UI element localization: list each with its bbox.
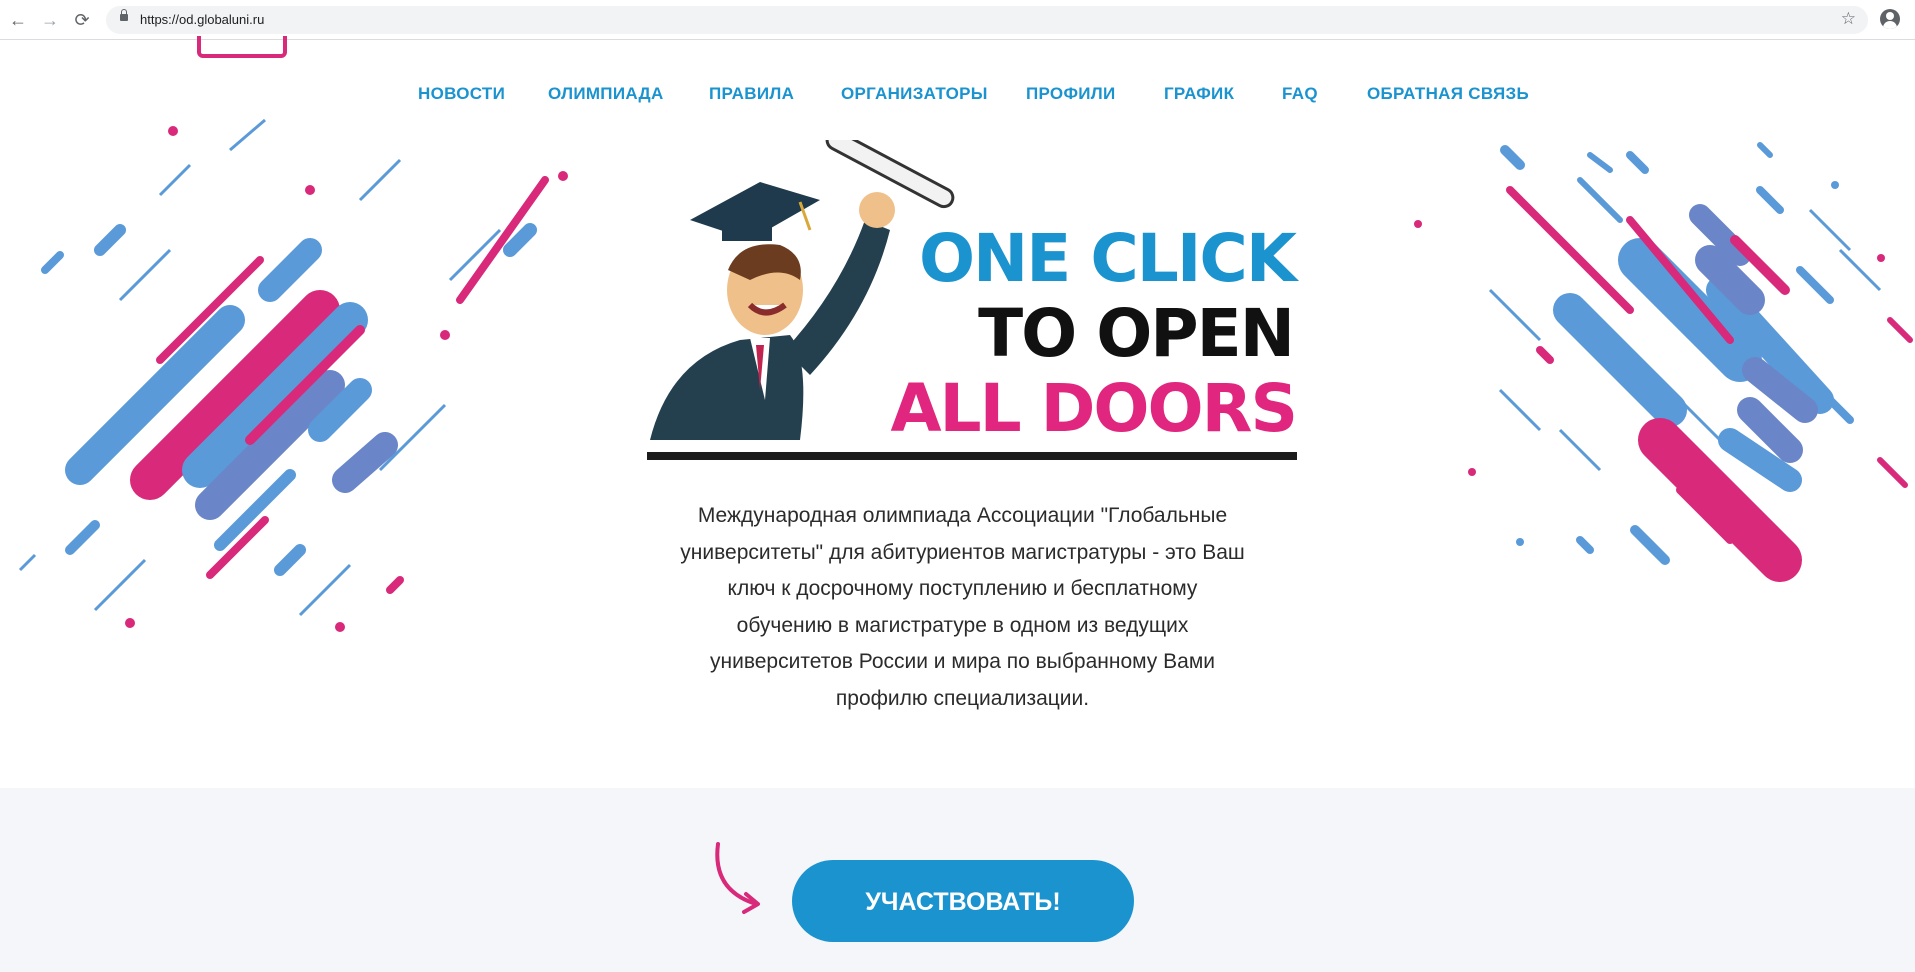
back-icon[interactable]: ←: [6, 8, 30, 32]
slogan-line-1: ONE CLICK: [918, 220, 1297, 297]
nav-item-profiles[interactable]: ПРОФИЛИ: [1026, 84, 1116, 104]
forward-icon[interactable]: →: [38, 8, 62, 32]
nav-item-rules[interactable]: ПРАВИЛА: [709, 84, 794, 104]
browser-toolbar: ← → ⟳ https://od.globaluni.ru ☆: [0, 0, 1915, 40]
reload-icon[interactable]: ⟳: [70, 8, 94, 32]
main-nav: НОВОСТИ ОЛИМПИАДА ПРАВИЛА ОРГАНИЗАТОРЫ П…: [0, 84, 1915, 108]
olympiad-description: Международная олимпиада Ассоциации "Глоб…: [680, 504, 1245, 710]
address-bar[interactable]: https://od.globaluni.ru ☆: [106, 6, 1868, 34]
nav-item-news[interactable]: НОВОСТИ: [418, 84, 505, 104]
profile-icon[interactable]: [1880, 9, 1900, 29]
decorative-stripes-right: [1414, 142, 1913, 582]
hero-baseline: [647, 452, 1297, 460]
nav-item-feedback[interactable]: ОБРАТНАЯ СВЯЗЬ: [1367, 84, 1529, 104]
nav-item-faq[interactable]: FAQ: [1282, 84, 1318, 104]
url-text[interactable]: https://od.globaluni.ru: [140, 12, 264, 27]
participate-button[interactable]: УЧАСТВОВАТЬ!: [792, 860, 1134, 942]
nav-item-olympiad[interactable]: ОЛИМПИАДА: [548, 84, 664, 104]
nav-item-schedule[interactable]: ГРАФИК: [1164, 84, 1234, 104]
slogan-line-2: TO OPEN: [978, 295, 1295, 372]
nav-item-organizers[interactable]: ОРГАНИЗАТОРЫ: [841, 84, 988, 104]
lock-icon[interactable]: [120, 9, 128, 21]
bookmark-star-icon[interactable]: ☆: [1841, 9, 1856, 29]
curved-arrow-icon: [715, 842, 760, 914]
slogan-line-3: ALL DOORS: [890, 370, 1298, 447]
site-logo[interactable]: [197, 36, 287, 58]
decorative-stripes-left: [18, 118, 568, 632]
